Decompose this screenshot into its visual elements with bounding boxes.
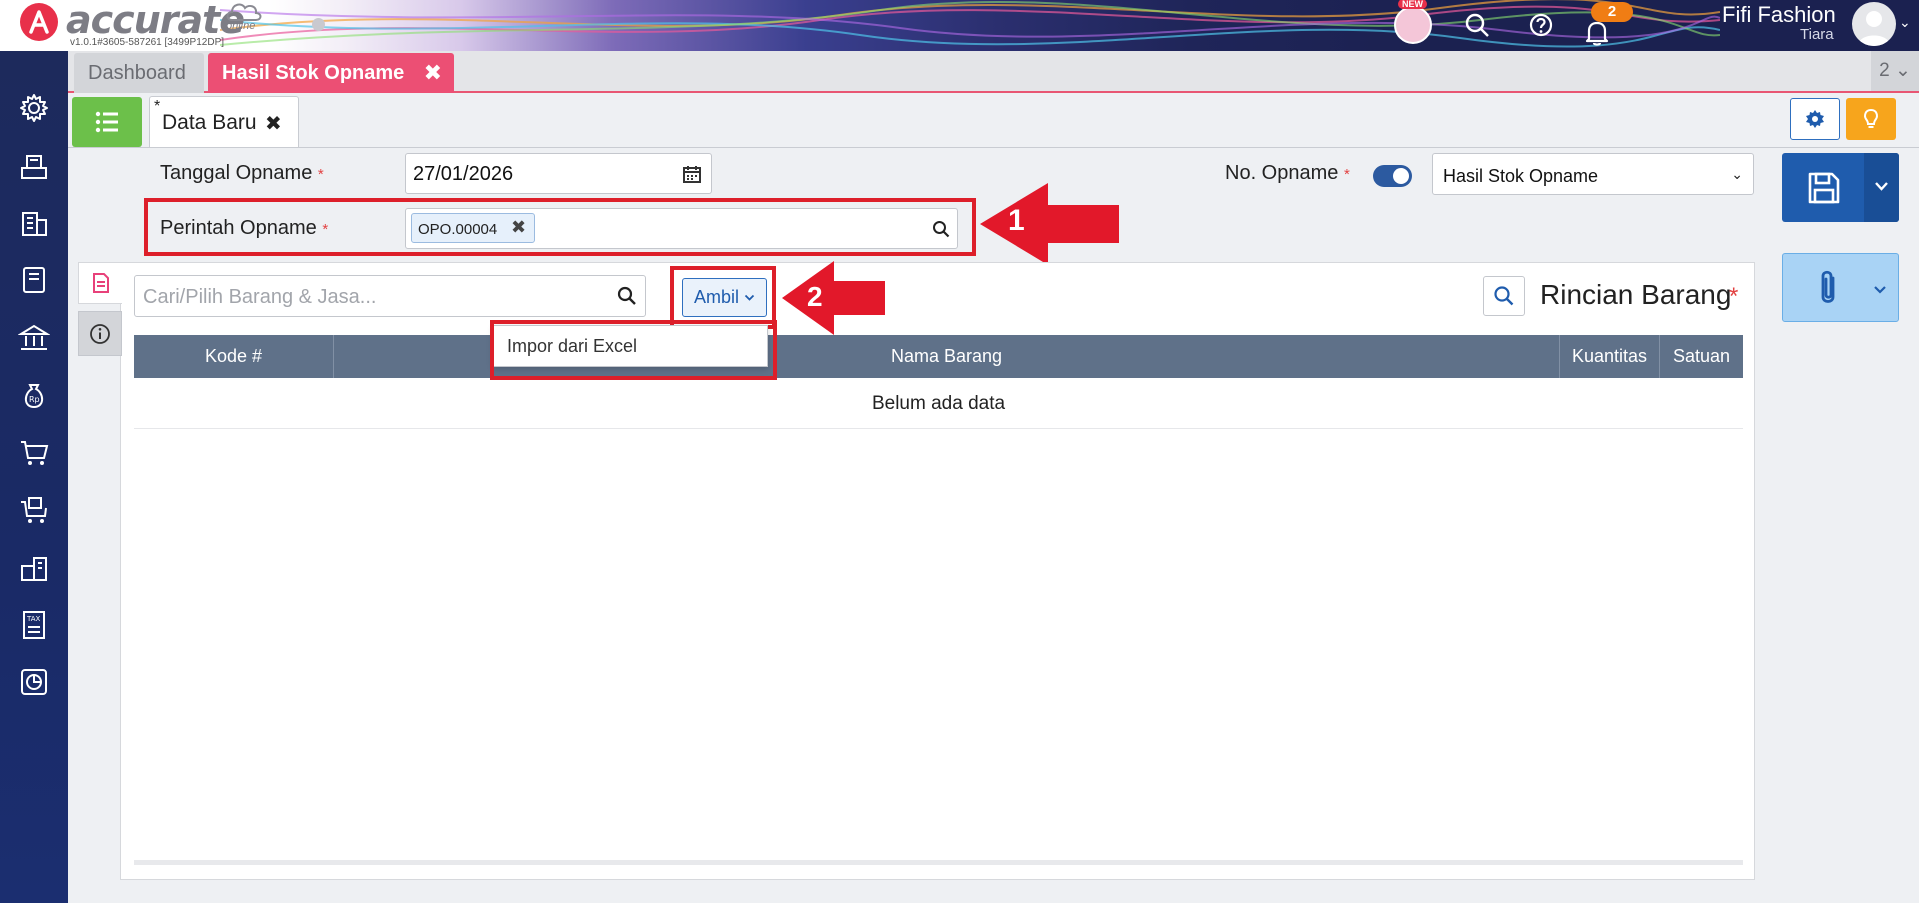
info-tab[interactable]: [78, 311, 122, 356]
help-icon[interactable]: [1524, 8, 1558, 42]
save-options-dropdown[interactable]: [1864, 153, 1899, 222]
column-header-satuan[interactable]: Satuan: [1660, 335, 1743, 378]
required-mark: *: [1343, 166, 1350, 183]
required-mark: *: [317, 166, 324, 183]
new-badge: NEW: [1398, 0, 1427, 9]
user-name[interactable]: Fifi Fashion: [1722, 2, 1836, 28]
save-button[interactable]: [1782, 153, 1899, 222]
company-icon[interactable]: [17, 206, 51, 240]
annotation-step-1: 1: [1008, 204, 1025, 237]
subtab-row: [68, 93, 1919, 148]
top-header: accurate online v1.0.1#3605-587261 [3499…: [0, 0, 1919, 51]
header-wave-decoration: [220, 0, 1720, 48]
tab-dashboard-label: Dashboard: [88, 62, 186, 84]
chevron-down-icon: [1874, 286, 1886, 294]
ledger-book-icon[interactable]: [17, 263, 51, 297]
subtab-label: Data Baru: [162, 111, 257, 134]
chevron-down-icon[interactable]: ⌄: [1899, 14, 1911, 31]
version-text: v1.0.1#3605-587261 [3499P12DP]: [70, 37, 225, 48]
tab-count-dropdown[interactable]: 2 ⌄: [1871, 51, 1919, 91]
close-icon[interactable]: ✖: [265, 111, 282, 136]
table-row-empty: Belum ada data: [134, 378, 1743, 429]
notification-badge: 2: [1591, 2, 1633, 22]
column-header-kuantitas[interactable]: Kuantitas: [1560, 335, 1660, 378]
horizontal-scrollbar[interactable]: [134, 860, 1743, 865]
tab-dashboard[interactable]: Dashboard: [74, 53, 204, 93]
subtab-data-baru[interactable]: * Data Baru ✖: [149, 96, 299, 147]
highlight-box-impor: [490, 320, 777, 380]
close-icon[interactable]: ✖: [424, 53, 442, 93]
no-opname-select[interactable]: Hasil Stok Opname ⌄: [1432, 153, 1754, 195]
chevron-down-icon: ⌄: [1731, 166, 1743, 182]
logo-sub: online: [226, 20, 256, 32]
cashier-icon[interactable]: [17, 149, 51, 183]
report-chart-icon[interactable]: [17, 665, 51, 699]
calendar-icon[interactable]: [682, 164, 702, 184]
rincian-barang-title: Rincian Barang: [1540, 279, 1732, 310]
form-settings-button[interactable]: [1790, 98, 1840, 140]
floppy-disk-icon: [1808, 172, 1840, 204]
attachment-button[interactable]: [1782, 253, 1899, 322]
cart-icon[interactable]: [17, 436, 51, 470]
tanggal-opname-value: 27/01/2026: [413, 163, 514, 185]
detail-tab[interactable]: [78, 262, 122, 304]
svg-text:Rp: Rp: [29, 395, 40, 404]
purchase-cart-icon[interactable]: [17, 493, 51, 527]
items-table-header: Kode # Nama Barang Kuantitas Satuan: [134, 335, 1743, 378]
settings-icon[interactable]: [17, 91, 51, 125]
divider: [68, 147, 1919, 148]
inventory-icon[interactable]: [17, 551, 51, 585]
cloud-icon: [226, 3, 262, 21]
tax-icon[interactable]: TAX: [17, 608, 51, 642]
tab-hasil-stok-opname[interactable]: Hasil Stok Opname ✖: [208, 53, 454, 93]
item-search-input[interactable]: Cari/Pilih Barang & Jasa...: [134, 275, 646, 317]
user-sub: Tiara: [1800, 26, 1834, 43]
logo-text: accurate: [66, 0, 245, 42]
tab-active-label: Hasil Stok Opname: [222, 62, 405, 84]
annotation-step-2: 2: [807, 281, 823, 312]
document-icon: [92, 273, 109, 293]
no-opname-label: No. Opname *: [1225, 162, 1350, 185]
search-icon[interactable]: [617, 286, 637, 306]
column-header-kode[interactable]: Kode #: [134, 335, 334, 378]
tanggal-opname-text: Tanggal Opname: [160, 162, 313, 184]
no-opname-text: No. Opname: [1225, 162, 1339, 184]
status-dot: [312, 18, 325, 31]
list-view-button[interactable]: [72, 97, 142, 147]
sidebar: Rp TAX: [0, 51, 68, 903]
unsaved-marker: *: [154, 98, 161, 115]
no-opname-select-value: Hasil Stok Opname: [1443, 166, 1599, 186]
annotation-arrow-1: [980, 183, 1119, 265]
annotation-arrow-2: [782, 261, 885, 335]
tanggal-opname-label: Tanggal Opname *: [160, 162, 324, 185]
empty-state-text: Belum ada data: [871, 393, 1006, 414]
tanggal-opname-field[interactable]: 27/01/2026: [405, 153, 712, 194]
bank-icon[interactable]: [17, 321, 51, 355]
tab-strip: Dashboard Hasil Stok Opname ✖: [68, 51, 1919, 93]
item-search-placeholder: Cari/Pilih Barang & Jasa...: [143, 286, 377, 308]
paperclip-icon: [1821, 270, 1835, 303]
auto-number-toggle[interactable]: [1373, 165, 1412, 187]
search-icon: [1494, 286, 1514, 306]
rincian-search-button[interactable]: [1483, 276, 1525, 316]
svg-text:TAX: TAX: [26, 615, 41, 623]
whats-new-avatar[interactable]: [1394, 6, 1432, 44]
chevron-down-icon: [1875, 182, 1888, 191]
info-icon: [90, 323, 110, 344]
user-avatar[interactable]: [1852, 2, 1896, 46]
tips-button[interactable]: [1846, 98, 1896, 140]
accurate-logo-icon[interactable]: [20, 3, 58, 41]
highlight-box-perintah: [144, 198, 976, 256]
money-bag-icon[interactable]: Rp: [17, 378, 51, 412]
search-icon[interactable]: [1460, 8, 1494, 42]
required-mark: *: [1729, 283, 1739, 310]
